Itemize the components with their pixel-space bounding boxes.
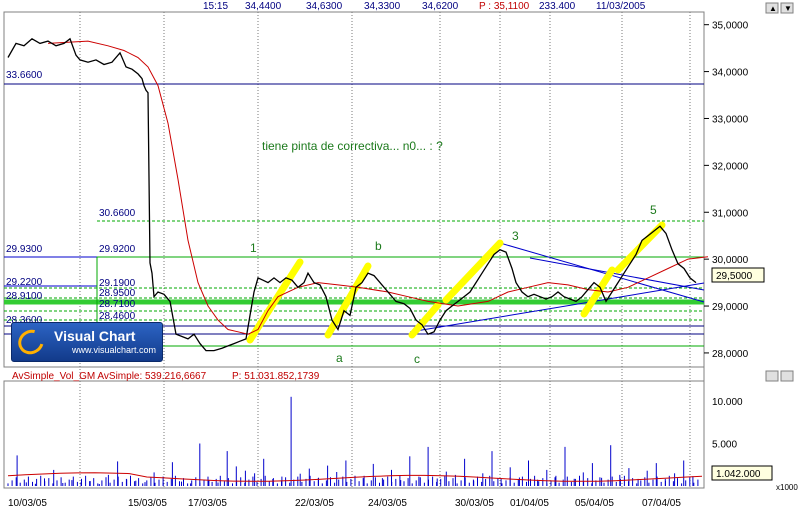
price-tick-label: 28,0000 xyxy=(712,349,749,360)
date-tick-label: 24/03/05 xyxy=(368,498,407,509)
volume-scroll-down-button[interactable] xyxy=(780,370,794,382)
visual-chart-logo: Visual Chart www.visualchart.com xyxy=(11,322,163,362)
level-label-30660: 30.6600 xyxy=(99,208,136,219)
header-date: 11/03/2005 xyxy=(596,1,646,12)
header-low: 34,3300 xyxy=(364,1,401,12)
wave-label-1: 1 xyxy=(250,241,257,255)
header-last: P : 35,1100 xyxy=(479,1,530,12)
volume-axis: 5.000 10.000 xyxy=(712,397,743,451)
level-label-28460: 28.4600 xyxy=(99,311,136,322)
volume-panel xyxy=(3,380,705,489)
volume-tick-label: 5.000 xyxy=(712,440,737,451)
date-tick-label: 10/03/05 xyxy=(8,498,47,509)
price-tick-label: 32,0000 xyxy=(712,161,749,172)
volume-scroll-up-button[interactable] xyxy=(765,370,779,382)
scroll-down-icon: ▼ xyxy=(784,4,792,13)
price-tick-label: 33,0000 xyxy=(712,114,749,125)
date-tick-label: 30/03/05 xyxy=(455,498,494,509)
wave-label-3: 3 xyxy=(512,229,519,243)
stock-chart: 15:15 34,4400 34,6300 34,3300 34,6200 P … xyxy=(3,1,798,509)
logo-mark-icon xyxy=(13,325,49,359)
price-tick-label: 35,0000 xyxy=(712,21,749,32)
level-label-28910: 28.9100 xyxy=(6,291,43,302)
level-label-28950: 28.9500 xyxy=(99,288,136,299)
volume-value: 539.216,6667 xyxy=(145,371,207,382)
level-label-28710: 28.7100 xyxy=(99,299,136,310)
wave-label-c: c xyxy=(414,352,420,366)
level-label-29920: 29.9200 xyxy=(99,244,136,255)
annotation-text: tiene pinta de correctiva... n0... : ? xyxy=(262,139,443,153)
current-price-value: 29,5000 xyxy=(716,271,753,282)
date-tick-label: 17/03/05 xyxy=(188,498,227,509)
volume-box-value: 1.042.000 xyxy=(716,469,761,480)
scroll-up-icon: ▲ xyxy=(769,4,777,13)
level-label-29930: 29.9300 xyxy=(6,244,43,255)
date-tick-label: 22/03/05 xyxy=(295,498,334,509)
price-axis: 28,0000 29,0000 30,0000 31,0000 32,0000 33,00… xyxy=(704,21,749,360)
price-tick-label: 31,0000 xyxy=(712,208,749,219)
header-volume: 233.400 xyxy=(539,1,576,12)
logo-url: www.visualchart.com xyxy=(72,345,157,355)
price-tick-label: 30,0000 xyxy=(712,255,749,266)
header-high: 34,6300 xyxy=(306,1,343,12)
header-time: 15:15 xyxy=(203,1,228,12)
wave-label-a: a xyxy=(336,351,343,365)
price-tick-label: 34,0000 xyxy=(712,68,749,79)
volume-unit: x1000 xyxy=(776,483,798,492)
header-close: 34,6200 xyxy=(422,1,459,12)
date-tick-label: 01/04/05 xyxy=(510,498,549,509)
logo-title: Visual Chart xyxy=(54,328,136,344)
price-tick-label: 29,0000 xyxy=(712,302,749,313)
date-tick-label: 05/04/05 xyxy=(575,498,614,509)
volume-tick-label: 10.000 xyxy=(712,397,743,408)
date-tick-label: 07/04/05 xyxy=(642,498,681,509)
date-axis: 10/03/05 15/03/05 17/03/05 22/03/05 24/03/05… xyxy=(8,498,681,509)
volume-p-label: P: 51.031.852,1739 xyxy=(232,371,320,382)
level-label-33660: 33.6600 xyxy=(6,70,43,81)
wave-label-b: b xyxy=(375,239,382,253)
level-label-29220: 29.2200 xyxy=(6,277,43,288)
volume-label: AvSimple_Vol_GM AvSimple: xyxy=(12,371,142,382)
date-tick-label: 15/03/05 xyxy=(128,498,167,509)
wave-label-5: 5 xyxy=(650,203,657,217)
header-open: 34,4400 xyxy=(245,1,282,12)
